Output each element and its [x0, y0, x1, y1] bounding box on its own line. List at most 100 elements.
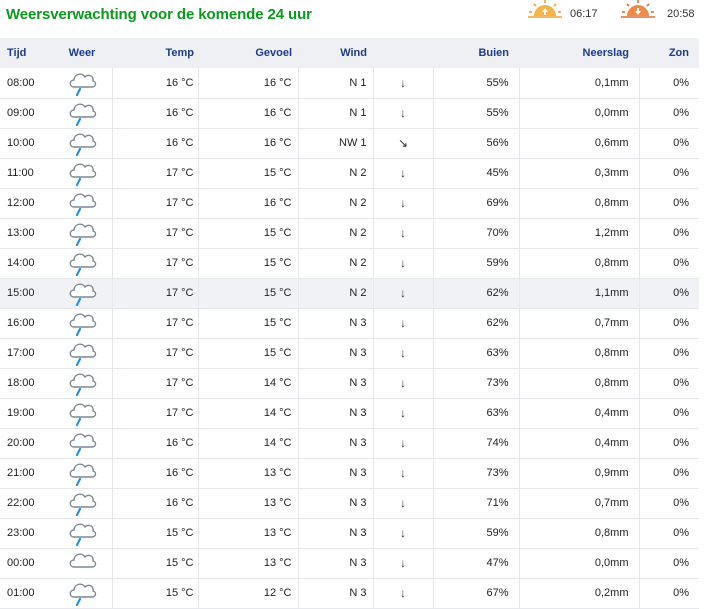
wind-direction-icon: ↓: [400, 286, 406, 300]
cloud-icon: [67, 553, 97, 569]
showers-cell: 74%: [433, 428, 520, 459]
precipitation-cell: 0,8mm: [519, 188, 640, 219]
sun-cell: 0%: [639, 548, 699, 579]
cloud-rain-icon: [67, 103, 97, 126]
cloud-rain-icon: [67, 523, 97, 546]
showers-cell: 63%: [433, 338, 520, 369]
sun-cell: 0%: [639, 428, 699, 459]
table-row: 16:00 17 °C 15 °C N 3 ↓ 62% 0,7mm 0%: [0, 308, 699, 339]
temp-cell: 16 °C: [112, 68, 199, 99]
header-temp[interactable]: Temp: [112, 38, 198, 68]
cloud-rain-icon: [67, 223, 97, 246]
page-title: Weersverwachting voor de komende 24 uur: [6, 6, 312, 23]
precipitation-cell: 0,2mm: [519, 578, 640, 609]
cloud-rain-icon: [67, 163, 97, 186]
precipitation-cell: 0,9mm: [519, 458, 640, 489]
cloud-rain-icon: [67, 313, 97, 336]
cloud-rain-icon: [67, 403, 97, 426]
wind-direction-icon: ↓: [400, 466, 406, 480]
sun-cell: 0%: [639, 98, 699, 129]
table-row: 09:00 16 °C 16 °C N 1 ↓ 55% 0,0mm 0%: [0, 98, 699, 129]
wind-direction-icon: ↓: [400, 376, 406, 390]
wind-cell: N 3: [298, 518, 374, 549]
temp-cell: 17 °C: [112, 218, 199, 249]
wind-direction-icon: ↓: [400, 316, 406, 330]
header-wind[interactable]: Wind: [298, 38, 373, 68]
cloud-rain-icon: [67, 283, 97, 306]
wind-cell: N 2: [298, 218, 374, 249]
table-row: 12:00 17 °C 16 °C N 2 ↓ 69% 0,8mm 0%: [0, 188, 699, 219]
wind-cell: N 3: [298, 578, 374, 609]
showers-cell: 56%: [433, 128, 520, 159]
table-row: 13:00 17 °C 15 °C N 2 ↓ 70% 1,2mm 0%: [0, 218, 699, 249]
showers-cell: 67%: [433, 578, 520, 609]
sun-cell: 0%: [639, 278, 699, 309]
sun-cell: 0%: [639, 338, 699, 369]
wind-direction-icon: ↓: [400, 406, 406, 420]
precipitation-cell: 0,8mm: [519, 368, 640, 399]
time-cell: 00:00: [0, 548, 52, 579]
feels-like-cell: 13 °C: [198, 458, 299, 489]
feels-like-cell: 15 °C: [198, 248, 299, 279]
sun-cell: 0%: [639, 458, 699, 489]
time-cell: 23:00: [0, 518, 52, 549]
header-weer[interactable]: Weer: [52, 38, 112, 68]
table-row: 08:00 16 °C 16 °C N 1 ↓ 55% 0,1mm 0%: [0, 68, 699, 99]
showers-cell: 59%: [433, 518, 520, 549]
cloud-rain-icon: [67, 193, 97, 216]
forecast-table: Tijd Weer Temp Gevoel Wind Buien Neersla…: [0, 38, 699, 609]
time-cell: 16:00: [0, 308, 52, 339]
cloud-rain-icon: [67, 433, 97, 456]
temp-cell: 17 °C: [112, 368, 199, 399]
sun-cell: 0%: [639, 248, 699, 279]
time-cell: 15:00: [0, 278, 52, 309]
showers-cell: 71%: [433, 488, 520, 519]
header-buien[interactable]: Buien: [433, 38, 519, 68]
header-neerslag[interactable]: Neerslag: [519, 38, 639, 68]
wind-direction-icon: ↓: [400, 556, 406, 570]
wind-cell: N 3: [298, 368, 374, 399]
wind-direction-icon: ↓: [400, 226, 406, 240]
table-row: 14:00 17 °C 15 °C N 2 ↓ 59% 0,8mm 0%: [0, 248, 699, 279]
temp-cell: 15 °C: [112, 548, 199, 579]
time-cell: 13:00: [0, 218, 52, 249]
table-row: 22:00 16 °C 13 °C N 3 ↓ 71% 0,7mm 0%: [0, 488, 699, 519]
wind-direction-icon: ↓: [400, 196, 406, 210]
wind-cell: N 3: [298, 398, 374, 429]
showers-cell: 69%: [433, 188, 520, 219]
sun-cell: 0%: [639, 158, 699, 189]
wind-cell: N 3: [298, 428, 374, 459]
time-cell: 18:00: [0, 368, 52, 399]
header-gevoel[interactable]: Gevoel: [198, 38, 298, 68]
showers-cell: 47%: [433, 548, 520, 579]
wind-cell: NW 1: [298, 128, 374, 159]
table-row: 20:00 16 °C 14 °C N 3 ↓ 74% 0,4mm 0%: [0, 428, 699, 459]
temp-cell: 17 °C: [112, 308, 199, 339]
feels-like-cell: 15 °C: [198, 218, 299, 249]
precipitation-cell: 0,8mm: [519, 518, 640, 549]
showers-cell: 73%: [433, 368, 520, 399]
header-wind-arrow: [373, 38, 433, 68]
precipitation-cell: 0,4mm: [519, 428, 640, 459]
temp-cell: 17 °C: [112, 398, 199, 429]
feels-like-cell: 12 °C: [198, 578, 299, 609]
wind-cell: N 1: [298, 68, 374, 99]
header-tijd[interactable]: Tijd: [0, 38, 52, 68]
time-cell: 10:00: [0, 128, 52, 159]
table-row: 10:00 16 °C 16 °C NW 1 ↘ 56% 0,6mm 0%: [0, 128, 699, 159]
temp-cell: 17 °C: [112, 278, 199, 309]
sun-cell: 0%: [639, 578, 699, 609]
feels-like-cell: 15 °C: [198, 308, 299, 339]
header-zon[interactable]: Zon: [639, 38, 699, 68]
temp-cell: 17 °C: [112, 158, 199, 189]
feels-like-cell: 16 °C: [198, 68, 299, 99]
sunrise-time: 06:17: [570, 8, 598, 20]
feels-like-cell: 16 °C: [198, 128, 299, 159]
temp-cell: 16 °C: [112, 98, 199, 129]
showers-cell: 62%: [433, 278, 520, 309]
temp-cell: 17 °C: [112, 248, 199, 279]
precipitation-cell: 0,4mm: [519, 398, 640, 429]
cloud-rain-icon: [67, 133, 97, 156]
time-cell: 21:00: [0, 458, 52, 489]
feels-like-cell: 15 °C: [198, 158, 299, 189]
